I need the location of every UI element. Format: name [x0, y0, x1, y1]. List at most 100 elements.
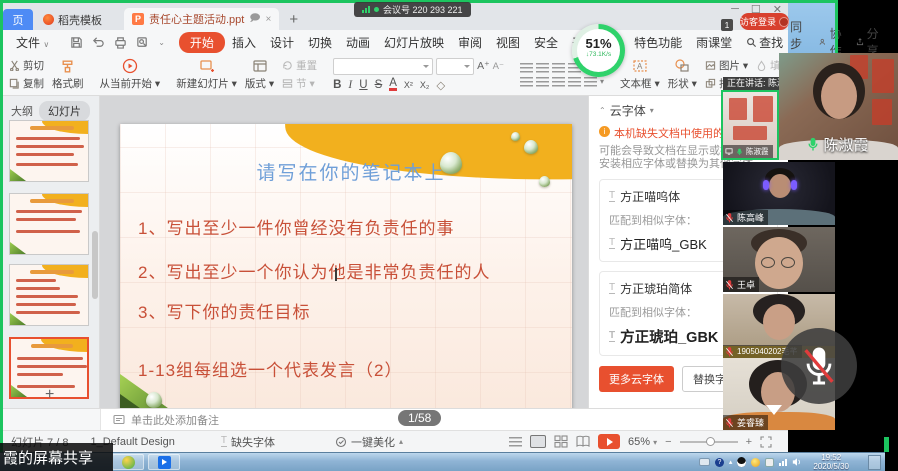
- section-button[interactable]: 节 ▾: [282, 76, 317, 91]
- keyboard-tray-icon[interactable]: [699, 458, 710, 466]
- superscript-button[interactable]: X²: [404, 80, 413, 90]
- bullets-icon[interactable]: [520, 63, 533, 73]
- new-tab-button[interactable]: +: [289, 11, 298, 30]
- slide-line-4[interactable]: 1-13组每组选一个代表发言（2）: [138, 356, 562, 381]
- menu-design[interactable]: 设计: [263, 32, 301, 53]
- slide[interactable]: 请写在你的笔记本上 1、写出至少一件你曾经没有负责任的事 2、写出至少一个你认为…: [120, 124, 572, 408]
- minimize-button[interactable]: ─: [731, 3, 739, 16]
- slide-sorter-icon[interactable]: [554, 435, 568, 448]
- line-spacing-icon[interactable]: [584, 77, 597, 87]
- zoom-slider-handle[interactable]: [706, 437, 715, 446]
- decrease-font-icon[interactable]: A⁻: [493, 61, 504, 72]
- coin-tray-icon[interactable]: [751, 458, 760, 467]
- panel-collapse-icon[interactable]: ⌃: [599, 106, 606, 115]
- chevron-down-icon[interactable]: ▾: [650, 106, 654, 115]
- print-icon[interactable]: [114, 36, 127, 49]
- ime-tray-icon[interactable]: [765, 458, 774, 467]
- font-name-select[interactable]: [333, 58, 433, 75]
- font-color-button[interactable]: A: [389, 78, 397, 91]
- shape-button[interactable]: 形状 ▾: [668, 58, 697, 91]
- slide-thumbnail-2[interactable]: [9, 193, 89, 255]
- numbering-icon[interactable]: [536, 63, 549, 73]
- fit-window-icon[interactable]: [760, 436, 772, 448]
- menu-transition[interactable]: 切换: [301, 32, 339, 53]
- taskbar-meeting-button[interactable]: [148, 454, 180, 470]
- slide-line-2[interactable]: 2、写出至少一个你认为他是非常负责任的人: [138, 258, 562, 283]
- normal-view-icon[interactable]: [530, 435, 546, 448]
- tab-home[interactable]: 页: [3, 9, 33, 30]
- menu-insert[interactable]: 插入: [225, 32, 263, 53]
- cut-button[interactable]: 剪切: [9, 58, 44, 73]
- menu-special[interactable]: 特色功能: [627, 32, 689, 53]
- show-desktop-button[interactable]: [868, 455, 881, 470]
- slide-line-3[interactable]: 3、写下你的责任目标: [138, 298, 562, 323]
- layout-button[interactable]: 版式 ▾: [245, 58, 274, 91]
- new-slide-button[interactable]: 新建幻灯片 ▾: [176, 58, 237, 91]
- video-tile-screen-preview[interactable]: 陈淑霞: [721, 90, 779, 160]
- slide-thumbnail-3[interactable]: [9, 264, 89, 326]
- menu-security[interactable]: 安全: [527, 32, 565, 53]
- qq-tray-icon[interactable]: [737, 457, 746, 467]
- zoom-out-icon[interactable]: −: [665, 436, 671, 448]
- justify-icon[interactable]: [568, 77, 581, 87]
- video-tile-participant[interactable]: 陈高峰: [723, 162, 835, 225]
- align-center-icon[interactable]: [536, 77, 549, 87]
- align-right-icon[interactable]: [552, 77, 565, 87]
- video-tile-speaker-large[interactable]: 陈淑霞: [779, 53, 898, 160]
- beautify-button[interactable]: 一键美化▴: [335, 434, 403, 450]
- play-from-current-button[interactable]: 从当前开始 ▾: [100, 58, 161, 91]
- undo-icon[interactable]: [92, 36, 105, 49]
- slide-canvas[interactable]: 请写在你的笔记本上 1、写出至少一件你曾经没有负责任的事 2、写出至少一个你认为…: [100, 96, 588, 408]
- view-menu-icon[interactable]: [509, 437, 522, 447]
- menu-home[interactable]: 开始: [179, 32, 225, 53]
- bold-button[interactable]: B: [333, 79, 341, 91]
- collapse-videos-arrow[interactable]: [766, 405, 782, 415]
- taskbar-wps-button[interactable]: [112, 454, 144, 470]
- slides-tab[interactable]: 幻灯片: [39, 101, 90, 121]
- menu-find[interactable]: 查找: [739, 32, 790, 53]
- align-left-icon[interactable]: [520, 77, 533, 87]
- strike-button[interactable]: S: [375, 79, 383, 91]
- print-preview-icon[interactable]: [136, 36, 149, 49]
- italic-button[interactable]: I: [348, 79, 352, 91]
- tab-docker-templates[interactable]: 稻壳模板: [33, 9, 112, 30]
- tab-document[interactable]: P 责任心主题活动.ppt 🗩 ×: [124, 8, 279, 30]
- menu-rainclass[interactable]: 雨课堂: [689, 32, 739, 53]
- slide-line-1[interactable]: 1、写出至少一件你曾经没有负责任的事: [138, 214, 562, 239]
- increase-font-icon[interactable]: A⁺: [477, 60, 490, 72]
- slide-title[interactable]: 请写在你的笔记本上: [200, 158, 502, 185]
- picture-button[interactable]: 图片 ▾: [705, 58, 748, 73]
- quick-access-more-icon[interactable]: ⌄: [158, 38, 165, 47]
- underline-button[interactable]: U: [359, 79, 367, 91]
- video-tile-participant[interactable]: 王卓: [723, 227, 835, 292]
- network-speed-overlay[interactable]: 51% ↓73.1K/s: [572, 24, 625, 77]
- add-slide-button[interactable]: +: [45, 386, 54, 404]
- copy-button[interactable]: 复制: [9, 76, 44, 91]
- slide-thumbnail-1[interactable]: [9, 120, 89, 182]
- outline-tab[interactable]: 大纲: [11, 103, 33, 119]
- menu-file[interactable]: 文件 ∨: [9, 32, 56, 53]
- missing-font-status[interactable]: T 缺失字体: [221, 434, 275, 450]
- mute-indicator-overlay[interactable]: [781, 328, 857, 404]
- menu-review[interactable]: 审阅: [451, 32, 489, 53]
- tab-comment-icon[interactable]: 🗩: [249, 11, 260, 28]
- menu-slideshow[interactable]: 幻灯片放映: [377, 32, 451, 53]
- tray-icon[interactable]: ?: [715, 458, 724, 467]
- menu-view[interactable]: 视图: [489, 32, 527, 53]
- font-size-select[interactable]: [436, 58, 474, 75]
- volume-tray-icon[interactable]: [792, 457, 802, 467]
- notes-input[interactable]: 单击此处添加备注 1/58: [100, 409, 788, 430]
- format-painter-button[interactable]: 格式刷: [52, 59, 84, 91]
- guest-login-button[interactable]: 访客登录: [740, 13, 789, 30]
- sidebar-scrollbar[interactable]: [92, 231, 98, 299]
- more-cloud-fonts-button[interactable]: 更多云字体: [599, 366, 674, 392]
- zoom-slider[interactable]: [680, 441, 738, 443]
- save-icon[interactable]: [70, 36, 83, 49]
- taskbar-clock[interactable]: 19:52 2020/5/30: [813, 453, 849, 471]
- clear-format-icon[interactable]: ◇: [436, 78, 445, 92]
- outdent-icon[interactable]: [552, 63, 565, 73]
- zoom-in-icon[interactable]: +: [746, 436, 752, 448]
- tray-expand-icon[interactable]: ▴: [729, 458, 733, 466]
- menu-animation[interactable]: 动画: [339, 32, 377, 53]
- slideshow-play-button[interactable]: [598, 434, 620, 449]
